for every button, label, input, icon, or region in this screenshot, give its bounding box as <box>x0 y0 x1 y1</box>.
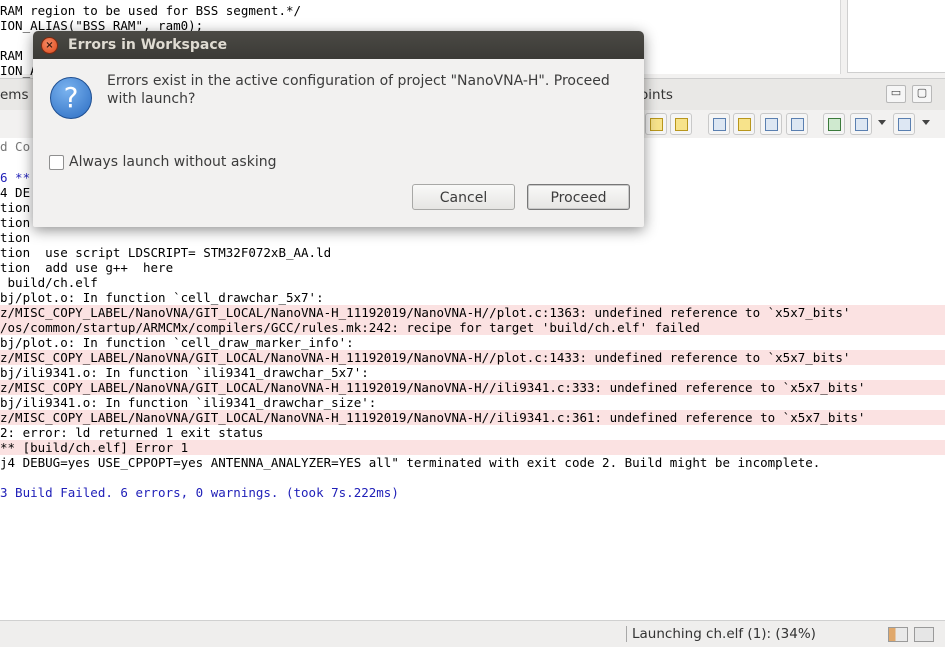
lock-console-button[interactable] <box>733 113 755 135</box>
console-line: 3 Build Failed. 6 errors, 0 warnings. (t… <box>0 485 399 500</box>
lock-icon <box>738 118 751 131</box>
console-line: z/MISC_COPY_LABEL/NanoVNA/GIT_LOCAL/Nano… <box>0 350 945 365</box>
chevron-down-icon[interactable] <box>878 120 886 125</box>
console-line: tion use script LDSCRIPT= STM32F072xB_AA… <box>0 245 332 260</box>
word-wrap-button[interactable] <box>670 113 692 135</box>
status-bar: Launching ch.elf (1): (34%) <box>0 620 945 647</box>
console-line: bj/plot.o: In function `cell_drawchar_5x… <box>0 290 324 305</box>
console-line: 2: error: ld returned 1 exit status <box>0 425 264 440</box>
editor-line: ION_A <box>0 63 38 78</box>
status-separator <box>626 626 627 642</box>
console-line: bj/ili9341.o: In function `ili9341_drawc… <box>0 365 369 380</box>
maximize-view-button[interactable]: ▢ <box>912 85 932 103</box>
status-launch-text: Launching ch.elf (1): (34%) <box>632 626 816 642</box>
display-console-button[interactable] <box>850 113 872 135</box>
editor-line: RAM region to be used for BSS segment.*/ <box>0 3 302 18</box>
console-line: tion add use g++ here <box>0 260 174 275</box>
tab-breakpoints[interactable]: oints <box>640 87 673 103</box>
clear-console-icon <box>791 118 804 131</box>
errors-in-workspace-dialog: × Errors in Workspace ? Errors exist in … <box>33 31 644 227</box>
editor-line: RAM <box>0 48 23 63</box>
pin-icon <box>765 118 778 131</box>
progress-view-icon[interactable] <box>914 627 934 642</box>
console-line: bj/ili9341.o: In function `ili9341_drawc… <box>0 395 377 410</box>
scroll-lock-icon <box>650 118 663 131</box>
console-line: /os/common/startup/ARMCMx/compilers/GCC/… <box>0 320 945 335</box>
console-line: z/MISC_COPY_LABEL/NanoVNA/GIT_LOCAL/Nano… <box>0 380 945 395</box>
new-console-icon <box>898 118 911 131</box>
chevron-down-icon[interactable] <box>922 120 930 125</box>
close-icon[interactable]: × <box>41 37 58 54</box>
tab-problems[interactable]: ems <box>0 87 29 103</box>
outline-pane[interactable] <box>847 0 945 73</box>
copy-build-log-button[interactable] <box>708 113 730 135</box>
word-wrap-icon <box>675 118 688 131</box>
dialog-message: Errors exist in the active configuration… <box>107 73 610 107</box>
always-launch-checkbox[interactable] <box>49 155 64 170</box>
console-line: bj/plot.o: In function `cell_draw_marker… <box>0 335 354 350</box>
progress-icon[interactable] <box>888 627 908 642</box>
proceed-button[interactable]: Proceed <box>527 184 630 210</box>
dialog-titlebar[interactable]: × Errors in Workspace <box>33 31 644 59</box>
console-line: j4 DEBUG=yes USE_CPPOPT=yes ANTENNA_ANAL… <box>0 455 821 470</box>
console-line: build/ch.elf <box>0 275 98 290</box>
scroll-lock-button[interactable] <box>645 113 667 135</box>
console-line: z/MISC_COPY_LABEL/NanoVNA/GIT_LOCAL/Nano… <box>0 305 945 320</box>
minimize-view-button[interactable]: ▭ <box>886 85 906 103</box>
console-line: tion <box>0 230 31 245</box>
dialog-title: Errors in Workspace <box>68 37 228 53</box>
pin-console-button[interactable] <box>760 113 782 135</box>
copy-icon <box>713 118 726 131</box>
cancel-button[interactable]: Cancel <box>412 184 515 210</box>
display-console-icon <box>855 118 868 131</box>
always-launch-label[interactable]: Always launch without asking <box>69 154 276 170</box>
open-console-button[interactable] <box>823 113 845 135</box>
open-console-icon <box>828 118 841 131</box>
clear-console-button[interactable] <box>786 113 808 135</box>
console-line: z/MISC_COPY_LABEL/NanoVNA/GIT_LOCAL/Nano… <box>0 410 945 425</box>
new-console-button[interactable] <box>893 113 915 135</box>
console-line: ** [build/ch.elf] Error 1 <box>0 440 945 455</box>
question-icon: ? <box>50 77 92 119</box>
